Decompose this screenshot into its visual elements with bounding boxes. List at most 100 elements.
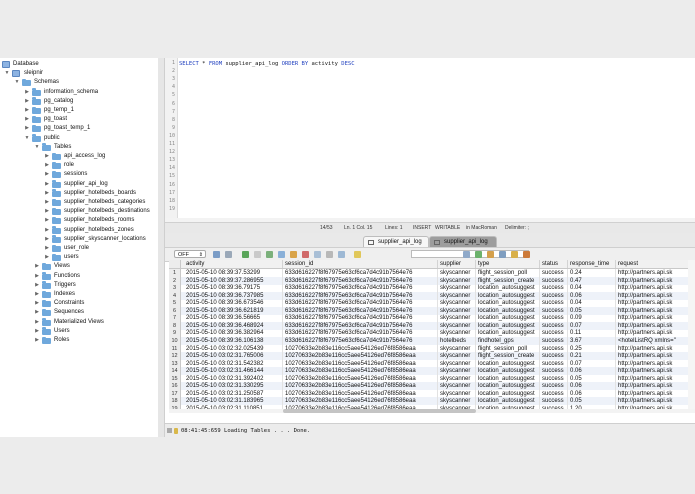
collapsed-arrow-icon[interactable]: ▶ — [44, 235, 50, 244]
status-bar: 08:41:45:659 Loading Tables . . . Done. — [165, 423, 695, 438]
object-tree[interactable]: Database ▼ sleipnir ▼ Schemas ▶ information_sc… — [0, 58, 159, 437]
collapsed-arrow-icon[interactable]: ▶ — [44, 161, 50, 170]
expanded-arrow-icon[interactable]: ▼ — [34, 143, 40, 152]
grid-header: activity session_id supplier type status resp… — [169, 260, 695, 269]
collapsed-arrow-icon[interactable]: ▶ — [24, 124, 30, 133]
line-number: 18 — [168, 197, 175, 204]
limit-select[interactable]: OFF ⇕ — [174, 250, 206, 258]
column-header-activity[interactable]: activity — [184, 260, 283, 268]
sql-keyword-select: SELECT — [179, 61, 199, 67]
collapsed-arrow-icon[interactable]: ▶ — [34, 290, 40, 299]
sort-icon[interactable] — [278, 251, 285, 258]
collapsed-arrow-icon[interactable]: ▶ — [44, 180, 50, 189]
line-number: 10 — [168, 132, 175, 139]
collapsed-arrow-icon[interactable]: ▶ — [44, 152, 50, 161]
tree-item-label: Functions — [54, 272, 81, 279]
grid-vertical-scrollbar[interactable] — [688, 260, 695, 410]
expanded-arrow-icon[interactable]: ▼ — [24, 134, 30, 143]
tree-item-label: Materialized Views — [54, 318, 104, 325]
collapsed-arrow-icon[interactable]: ▶ — [34, 281, 40, 290]
line-number: 13 — [168, 157, 175, 164]
download-icon[interactable] — [499, 251, 506, 258]
collapsed-arrow-icon[interactable]: ▶ — [34, 272, 40, 281]
collapsed-arrow-icon[interactable]: ▶ — [24, 106, 30, 115]
collapsed-arrow-icon[interactable]: ▶ — [34, 318, 40, 327]
copy-icon[interactable] — [314, 251, 321, 258]
collapsed-arrow-icon[interactable]: ▶ — [34, 308, 40, 317]
tag-icon[interactable] — [523, 251, 530, 258]
lightbulb-icon — [174, 428, 178, 434]
stop-icon[interactable] — [487, 251, 494, 258]
column-header-type[interactable]: type — [476, 260, 540, 268]
expanded-arrow-icon[interactable]: ▼ — [4, 69, 10, 78]
sql-keyword-desc: DESC — [341, 61, 355, 67]
sql-editor[interactable]: 1 2 3 4 5 6 7 8 9 10 11 12 13 14 15 16 17 18 19 SELECT * F… — [165, 58, 695, 219]
collapsed-arrow-icon[interactable]: ▶ — [44, 253, 50, 262]
star-icon[interactable] — [511, 251, 518, 258]
save-icon[interactable] — [213, 251, 220, 258]
tree-item-label: Schemas — [34, 79, 60, 86]
line-number: 7 — [171, 108, 175, 115]
collapsed-arrow-icon[interactable]: ▶ — [44, 198, 50, 207]
column-header-status[interactable]: status — [540, 260, 568, 268]
collapsed-arrow-icon[interactable]: ▶ — [44, 170, 50, 179]
folder-icon — [52, 226, 61, 234]
filter-icon[interactable] — [266, 251, 273, 258]
collapsed-arrow-icon[interactable]: ▶ — [44, 244, 50, 253]
tab-supplier-api-log[interactable]: supplier_api_log — [363, 236, 429, 247]
tree-item-label: Users — [54, 327, 70, 334]
expanded-arrow-icon[interactable]: ▼ — [14, 78, 20, 87]
run-icon[interactable] — [475, 251, 482, 258]
chevron-updown-icon: ⇕ — [198, 252, 203, 258]
console-icon[interactable] — [167, 428, 172, 433]
collapsed-arrow-icon[interactable]: ▶ — [44, 216, 50, 225]
column-header-supplier[interactable]: supplier — [438, 260, 476, 268]
status-text: 08:41:45:659 Loading Tables . . . Done. — [181, 428, 311, 434]
collapsed-arrow-icon[interactable]: ▶ — [44, 226, 50, 235]
collapsed-arrow-icon[interactable]: ▶ — [34, 336, 40, 345]
delete-icon[interactable] — [302, 251, 309, 258]
line-number: 16 — [168, 181, 175, 188]
pencil-icon[interactable] — [354, 251, 361, 258]
collapsed-arrow-icon[interactable]: ▶ — [34, 262, 40, 271]
tree-item-label: supplier_hotelbeds_destinations — [64, 208, 150, 215]
add-row-icon[interactable] — [242, 251, 249, 258]
grid-horizontal-scrollbar[interactable] — [169, 409, 695, 413]
tab-supplier-api-log-2[interactable]: supplier_api_log 2 — [429, 236, 497, 256]
folder-icon — [32, 124, 41, 133]
collapsed-arrow-icon[interactable]: ▶ — [44, 189, 50, 198]
sql-star: * — [198, 61, 209, 67]
collapsed-arrow-icon[interactable]: ▶ — [34, 299, 40, 308]
collapsed-arrow-icon[interactable]: ▶ — [44, 207, 50, 216]
abc-icon[interactable] — [254, 251, 261, 258]
line-number: 11 — [168, 141, 175, 147]
sql-keyword-order-by: ORDER BY — [281, 61, 309, 67]
key-icon[interactable] — [290, 251, 297, 258]
collapsed-arrow-icon[interactable]: ▶ — [24, 115, 30, 124]
collapsed-arrow-icon[interactable]: ▶ — [34, 327, 40, 336]
tab-label: supplier_api_log — [378, 239, 422, 245]
collapsed-arrow-icon[interactable]: ▶ — [24, 88, 30, 97]
scroll-thumb[interactable] — [283, 409, 476, 413]
tree-item-label: supplier_api_log — [64, 180, 108, 187]
column-header-request[interactable]: request — [616, 260, 695, 268]
column-header-response-time[interactable]: response_time — [568, 260, 616, 268]
export-icon[interactable] — [225, 251, 232, 258]
result-grid[interactable]: activity session_id supplier type status resp… — [169, 260, 695, 415]
collapsed-arrow-icon[interactable]: ▶ — [24, 97, 30, 106]
folder-icon — [52, 161, 61, 170]
arrow-right-icon[interactable] — [463, 251, 470, 258]
grid-icon[interactable] — [326, 251, 333, 258]
column-header-session-id[interactable]: session_id — [283, 260, 438, 268]
cursor-position: 14/53 — [320, 225, 333, 231]
folder-icon — [42, 299, 51, 308]
pane-splitter[interactable] — [158, 58, 165, 437]
folder-icon — [42, 308, 51, 317]
folder-icon — [42, 272, 51, 280]
tree-item-label: pg_toast — [44, 116, 68, 123]
folder-icon — [32, 97, 41, 105]
tree-item-label: information_schema — [44, 88, 99, 95]
refresh-icon[interactable] — [338, 251, 345, 258]
tree-item-label: supplier_hotelbeds_zones — [64, 226, 134, 233]
sql-query-text[interactable]: SELECT * FROM supplier_api_log ORDER BY … — [179, 60, 355, 69]
